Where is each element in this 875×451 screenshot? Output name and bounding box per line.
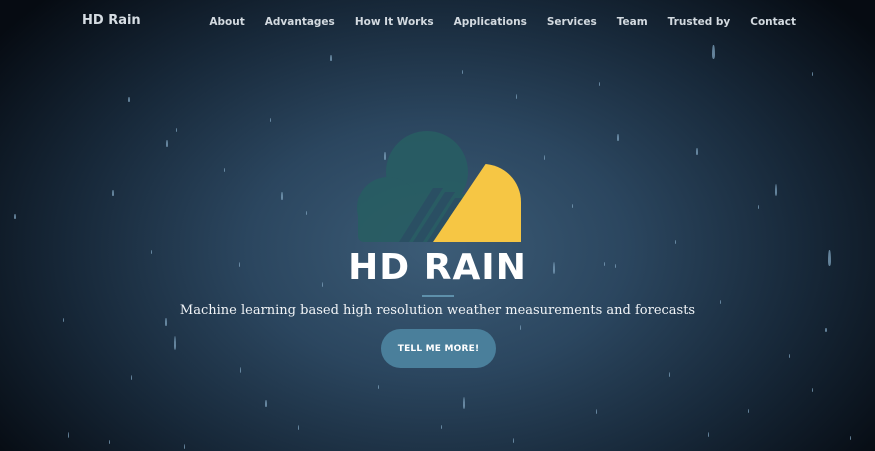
raindrop bbox=[516, 94, 518, 99]
nav-link-advantages[interactable]: Advantages bbox=[265, 16, 335, 28]
nav-link-about[interactable]: About bbox=[209, 16, 244, 28]
raindrop bbox=[462, 70, 464, 74]
brand-link[interactable]: HD Rain bbox=[82, 13, 141, 28]
raindrop bbox=[240, 367, 242, 373]
raindrop bbox=[617, 134, 619, 141]
raindrop bbox=[224, 168, 226, 172]
raindrop bbox=[513, 438, 515, 443]
raindrop bbox=[572, 204, 574, 208]
nav-link-how-it-works[interactable]: How It Works bbox=[355, 16, 434, 28]
raindrop bbox=[596, 409, 598, 414]
tell-me-more-button[interactable]: TELL ME MORE! bbox=[381, 329, 496, 368]
nav-link-team[interactable]: Team bbox=[617, 16, 648, 28]
raindrop bbox=[378, 385, 380, 389]
raindrop bbox=[599, 82, 601, 86]
raindrop bbox=[789, 354, 791, 358]
raindrop bbox=[298, 425, 300, 430]
raindrop bbox=[128, 97, 130, 102]
cloud-sun-rain-logo-icon bbox=[357, 131, 521, 242]
raindrop bbox=[176, 128, 178, 132]
raindrop bbox=[270, 118, 272, 122]
raindrop bbox=[812, 388, 814, 392]
raindrop bbox=[775, 184, 777, 196]
raindrop bbox=[109, 440, 111, 444]
raindrop bbox=[68, 432, 70, 438]
hero-title: HD RAIN bbox=[348, 247, 527, 288]
raindrop bbox=[758, 205, 760, 209]
raindrop bbox=[184, 444, 186, 449]
raindrop bbox=[825, 328, 827, 332]
raindrop bbox=[850, 436, 852, 440]
hero-divider bbox=[422, 295, 454, 297]
hero-subtitle: Machine learning based high resolution w… bbox=[179, 303, 696, 318]
raindrop bbox=[748, 409, 750, 413]
nav-link-applications[interactable]: Applications bbox=[454, 16, 527, 28]
raindrop bbox=[669, 372, 671, 377]
nav-link-services[interactable]: Services bbox=[547, 16, 597, 28]
raindrop bbox=[712, 45, 715, 59]
navbar: HD Rain About Advantages How It Works Ap… bbox=[0, 0, 875, 44]
nav-links: About Advantages How It Works Applicatio… bbox=[189, 16, 796, 28]
raindrop bbox=[112, 190, 114, 196]
raindrop bbox=[696, 148, 698, 155]
nav-link-trusted-by[interactable]: Trusted by bbox=[668, 16, 731, 28]
raindrop bbox=[441, 425, 443, 429]
raindrop bbox=[306, 211, 308, 215]
raindrop bbox=[14, 214, 16, 219]
raindrop bbox=[544, 155, 546, 160]
raindrop bbox=[330, 55, 332, 61]
raindrop bbox=[708, 432, 710, 437]
raindrop bbox=[265, 400, 267, 407]
raindrop bbox=[281, 192, 283, 200]
raindrop bbox=[166, 140, 168, 147]
raindrop bbox=[131, 375, 133, 380]
raindrop bbox=[174, 336, 176, 350]
raindrop bbox=[812, 72, 814, 76]
raindrop bbox=[520, 325, 522, 330]
nav-link-contact[interactable]: Contact bbox=[750, 16, 796, 28]
raindrop bbox=[463, 397, 465, 409]
